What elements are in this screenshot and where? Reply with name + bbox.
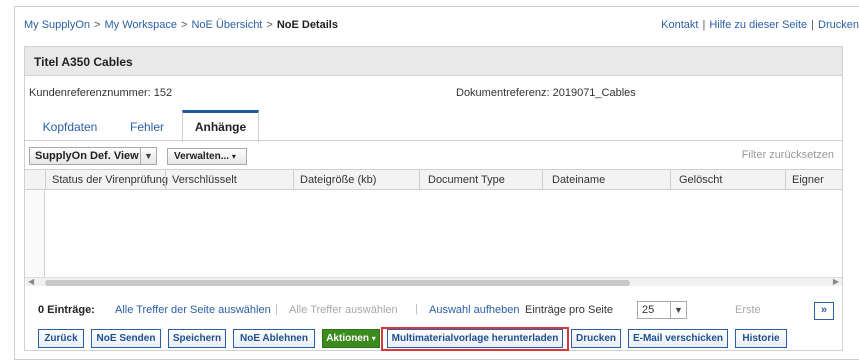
breadcrumb-current: NoE Details bbox=[276, 19, 338, 31]
horizontal-scrollbar[interactable]: ◀ ▶ bbox=[25, 277, 842, 286]
breadcrumb-item-noe-overview[interactable]: NoE Übersicht bbox=[191, 19, 262, 31]
pager-bar: 0 Einträge: Alle Treffer der Seite auswä… bbox=[25, 300, 842, 320]
column-divider bbox=[293, 170, 294, 190]
history-button[interactable]: Historie bbox=[735, 329, 787, 348]
column-divider bbox=[419, 170, 420, 190]
chevron-down-icon[interactable]: ▼ bbox=[140, 148, 156, 164]
save-button[interactable]: Speichern bbox=[168, 329, 226, 348]
top-links: Kontakt | Hilfe zu dieser Seite | Drucken bbox=[661, 19, 859, 31]
download-multimaterial-template-button[interactable]: Multimaterialvorlage herunterladen bbox=[387, 329, 563, 348]
column-divider bbox=[45, 170, 46, 190]
grid-toolbar: SupplyOn Def. View ▼ Verwalten... ▾ Filt… bbox=[25, 145, 842, 167]
print-link[interactable]: Drucken bbox=[818, 19, 859, 31]
manage-views-label: Verwalten... bbox=[174, 151, 230, 162]
scrollbar-thumb[interactable] bbox=[45, 280, 630, 286]
caret-down-icon: ▾ bbox=[231, 152, 236, 161]
breadcrumb-separator: > bbox=[181, 19, 188, 31]
column-divider bbox=[785, 170, 786, 190]
scroll-left-icon[interactable]: ◀ bbox=[28, 277, 34, 286]
attachments-grid: Status der Virenprüfung Verschlüsselt Da… bbox=[25, 169, 842, 286]
actions-menu-button[interactable]: Aktionen ▾ bbox=[322, 329, 380, 348]
column-header-filename[interactable]: Dateiname bbox=[552, 174, 605, 186]
deselect-link[interactable]: Auswahl aufheben bbox=[429, 304, 520, 316]
column-header-deleted[interactable]: Gelöscht bbox=[679, 174, 722, 186]
link-separator: | bbox=[811, 19, 815, 31]
reference-row: Kundenreferenznummer: 152 Dokumentrefere… bbox=[25, 87, 842, 101]
breadcrumb-item-mysupplyon[interactable]: My SupplyOn bbox=[24, 19, 90, 31]
top-bar: My SupplyOn > My Workspace > NoE Übersicht > N… bbox=[24, 19, 859, 35]
breadcrumb-separator: > bbox=[266, 19, 273, 31]
tab-divider bbox=[25, 140, 842, 141]
document-reference: Dokumentreferenz: 2019071_Cables bbox=[456, 87, 636, 99]
breadcrumb-item-workspace[interactable]: My Workspace bbox=[104, 19, 177, 31]
view-select-value: SupplyOn Def. View bbox=[35, 150, 139, 162]
back-button[interactable]: Zurück bbox=[38, 329, 84, 348]
contact-link[interactable]: Kontakt bbox=[661, 19, 698, 31]
tab-kopfdaten[interactable]: Kopfdaten bbox=[31, 110, 109, 141]
help-link[interactable]: Hilfe zu dieser Seite bbox=[709, 19, 807, 31]
row-selector-column bbox=[25, 190, 45, 278]
reject-noe-button[interactable]: NoE Ablehnen bbox=[233, 329, 315, 348]
pager-separator: | bbox=[415, 303, 418, 315]
tab-bar: Kopfdaten Fehler Anhänge bbox=[25, 110, 842, 142]
column-divider bbox=[670, 170, 671, 190]
per-page-select[interactable]: 25 ▼ bbox=[637, 301, 687, 319]
per-page-value: 25 bbox=[642, 304, 655, 316]
filter-reset-link[interactable]: Filter zurücksetzen bbox=[742, 149, 834, 161]
column-header-owner[interactable]: Eigner bbox=[792, 174, 824, 186]
column-divider bbox=[165, 170, 166, 190]
manage-views-button[interactable]: Verwalten... ▾ bbox=[167, 148, 247, 165]
select-page-link[interactable]: Alle Treffer der Seite auswählen bbox=[115, 304, 271, 316]
column-header-virus-status[interactable]: Status der Virenprüfung bbox=[52, 174, 168, 186]
chevron-down-icon[interactable]: ▼ bbox=[670, 302, 686, 318]
next-page-button[interactable]: » bbox=[814, 302, 834, 320]
caret-down-icon: ▾ bbox=[371, 334, 376, 343]
grid-header: Status der Virenprüfung Verschlüsselt Da… bbox=[25, 170, 842, 190]
action-bar: Zurück NoE Senden Speichern NoE Ablehnen… bbox=[25, 327, 842, 351]
column-header-file-size[interactable]: Dateigröße (kb) bbox=[300, 174, 376, 186]
actions-menu-label: Aktionen bbox=[326, 333, 369, 344]
entry-count: 0 Einträge: bbox=[38, 304, 95, 316]
tab-fehler[interactable]: Fehler bbox=[113, 110, 181, 141]
select-all-link: Alle Treffer auswählen bbox=[289, 304, 398, 316]
scroll-right-icon[interactable]: ▶ bbox=[833, 277, 839, 286]
column-header-document-type[interactable]: Document Type bbox=[428, 174, 505, 186]
noe-details-panel: Titel A350 Cables Kundenreferenznummer: … bbox=[24, 46, 843, 351]
column-header-encrypted[interactable]: Verschlüsselt bbox=[172, 174, 237, 186]
customer-reference: Kundenreferenznummer: 152 bbox=[29, 87, 173, 99]
breadcrumb: My SupplyOn > My Workspace > NoE Übersicht > N… bbox=[24, 19, 338, 31]
title-bar: Titel A350 Cables bbox=[25, 47, 842, 76]
pager-separator: | bbox=[275, 303, 278, 315]
view-select[interactable]: SupplyOn Def. View ▼ bbox=[29, 147, 157, 165]
tab-anhaenge[interactable]: Anhänge bbox=[182, 110, 259, 142]
send-email-button[interactable]: E-Mail verschicken bbox=[628, 329, 728, 348]
link-separator: | bbox=[702, 19, 706, 31]
page-title: Titel A350 Cables bbox=[34, 55, 133, 69]
breadcrumb-separator: > bbox=[94, 19, 101, 31]
send-noe-button[interactable]: NoE Senden bbox=[91, 329, 161, 348]
print-button[interactable]: Drucken bbox=[571, 329, 621, 348]
column-divider bbox=[542, 170, 543, 190]
first-page-link: Erste bbox=[735, 304, 761, 316]
per-page-label: Einträge pro Seite bbox=[525, 304, 614, 316]
